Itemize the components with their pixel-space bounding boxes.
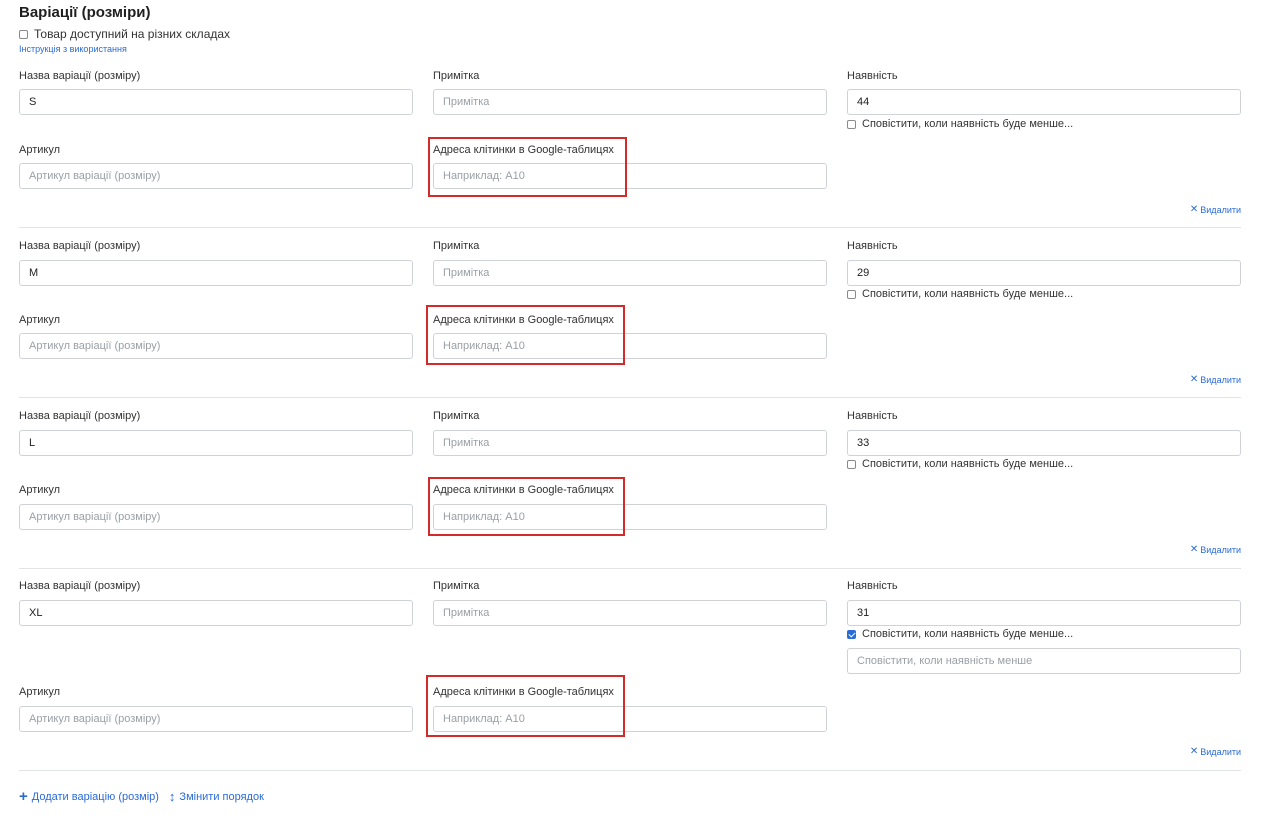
notify-checkbox[interactable] [847, 119, 856, 129]
sku-label: Артикул [19, 314, 61, 326]
notify-row[interactable]: Сповістити, коли наявність буде менше... [847, 628, 1073, 640]
add-variation-label: Додати варіацію (розмір) [31, 791, 159, 803]
multi-warehouse-label: Товар доступний на різних складах [34, 27, 231, 41]
name-label: Назва варіації (розміру) [19, 240, 141, 252]
stock-label: Наявність [847, 410, 898, 422]
gcell-input[interactable]: Наприклад: A10 [433, 333, 827, 359]
plus-icon: + [19, 788, 28, 805]
help-link[interactable]: Інструкція з використання [19, 44, 127, 54]
stock-label: Наявність [847, 240, 898, 252]
notify-checkbox[interactable] [847, 289, 856, 299]
notify-row[interactable]: Сповістити, коли наявність буде менше... [847, 458, 1073, 470]
note-input[interactable]: Примітка [433, 600, 827, 626]
sku-input[interactable]: Артикул варіації (розміру) [19, 333, 413, 359]
stock-input[interactable]: 33 [847, 430, 1241, 456]
close-icon: ✕ [1189, 746, 1199, 757]
sku-input[interactable]: Артикул варіації (розміру) [19, 706, 413, 732]
delete-button[interactable]: ✕ Видалити [1190, 204, 1241, 215]
sku-label: Артикул [19, 484, 61, 496]
stock-input[interactable]: 31 [847, 600, 1241, 626]
notify-label: Сповістити, коли наявність буде менше... [862, 288, 1074, 300]
note-label: Примітка [433, 70, 480, 82]
note-input[interactable]: Примітка [433, 260, 827, 286]
gcell-label: Адреса клітинки в Google-таблицях [433, 686, 614, 698]
notify-row[interactable]: Сповістити, коли наявність буде менше... [847, 288, 1073, 300]
notify-checkbox[interactable] [847, 629, 856, 639]
multi-warehouse-checkbox[interactable] [19, 29, 28, 39]
notify-row[interactable]: Сповістити, коли наявність буде менше... [847, 118, 1073, 130]
sku-input[interactable]: Артикул варіації (розміру) [19, 504, 413, 530]
name-input[interactable]: L [19, 430, 413, 456]
notify-label: Сповістити, коли наявність буде менше... [862, 458, 1074, 470]
sku-input[interactable]: Артикул варіації (розміру) [19, 163, 413, 189]
name-input[interactable]: M [19, 260, 413, 286]
divider [19, 770, 1241, 771]
gcell-input[interactable]: Наприклад: A10 [433, 504, 827, 530]
name-label: Назва варіації (розміру) [19, 580, 141, 592]
gcell-input[interactable]: Наприклад: A10 [433, 163, 827, 189]
name-input[interactable]: XL [19, 600, 413, 626]
note-label: Примітка [433, 410, 480, 422]
up-down-arrows-icon: ↕ [168, 789, 176, 804]
close-icon: ✕ [1189, 374, 1199, 385]
section-title: Варіації (розміри) [19, 4, 151, 21]
notify-label: Сповістити, коли наявність буде менше... [862, 628, 1074, 640]
note-input[interactable]: Примітка [433, 430, 827, 456]
footer-actions: + Додати варіацію (розмір) ↕ Змінити пор… [19, 788, 264, 805]
close-icon: ✕ [1189, 544, 1199, 555]
divider [19, 397, 1241, 398]
note-label: Примітка [433, 240, 480, 252]
name-label: Назва варіації (розміру) [19, 70, 141, 82]
delete-button[interactable]: ✕ Видалити [1190, 544, 1241, 555]
multi-warehouse-row[interactable]: Товар доступний на різних складах [19, 27, 230, 41]
stock-input[interactable]: 29 [847, 260, 1241, 286]
stock-label: Наявність [847, 580, 898, 592]
notify-threshold-input[interactable]: Сповістити, коли наявність менше [847, 648, 1241, 674]
gcell-label: Адреса клітинки в Google-таблицях [433, 314, 614, 326]
stock-input[interactable]: 44 [847, 89, 1241, 115]
reorder-label: Змінити порядок [179, 791, 264, 803]
add-variation-button[interactable]: + Додати варіацію (розмір) [19, 788, 159, 805]
reorder-button[interactable]: ↕ Змінити порядок [168, 789, 264, 804]
notify-label: Сповістити, коли наявність буде менше... [862, 118, 1074, 130]
sku-label: Артикул [19, 144, 61, 156]
notify-checkbox[interactable] [847, 459, 856, 469]
gcell-label: Адреса клітинки в Google-таблицях [433, 144, 614, 156]
close-icon: ✕ [1189, 204, 1199, 215]
note-label: Примітка [433, 580, 480, 592]
delete-button[interactable]: ✕ Видалити [1190, 746, 1241, 757]
gcell-label: Адреса клітинки в Google-таблицях [433, 484, 614, 496]
gcell-input[interactable]: Наприклад: A10 [433, 706, 827, 732]
name-label: Назва варіації (розміру) [19, 410, 141, 422]
stock-label: Наявність [847, 70, 898, 82]
divider [19, 568, 1241, 569]
sku-label: Артикул [19, 686, 61, 698]
divider [19, 227, 1241, 228]
delete-button[interactable]: ✕ Видалити [1190, 374, 1241, 385]
name-input[interactable]: S [19, 89, 413, 115]
note-input[interactable]: Примітка [433, 89, 827, 115]
